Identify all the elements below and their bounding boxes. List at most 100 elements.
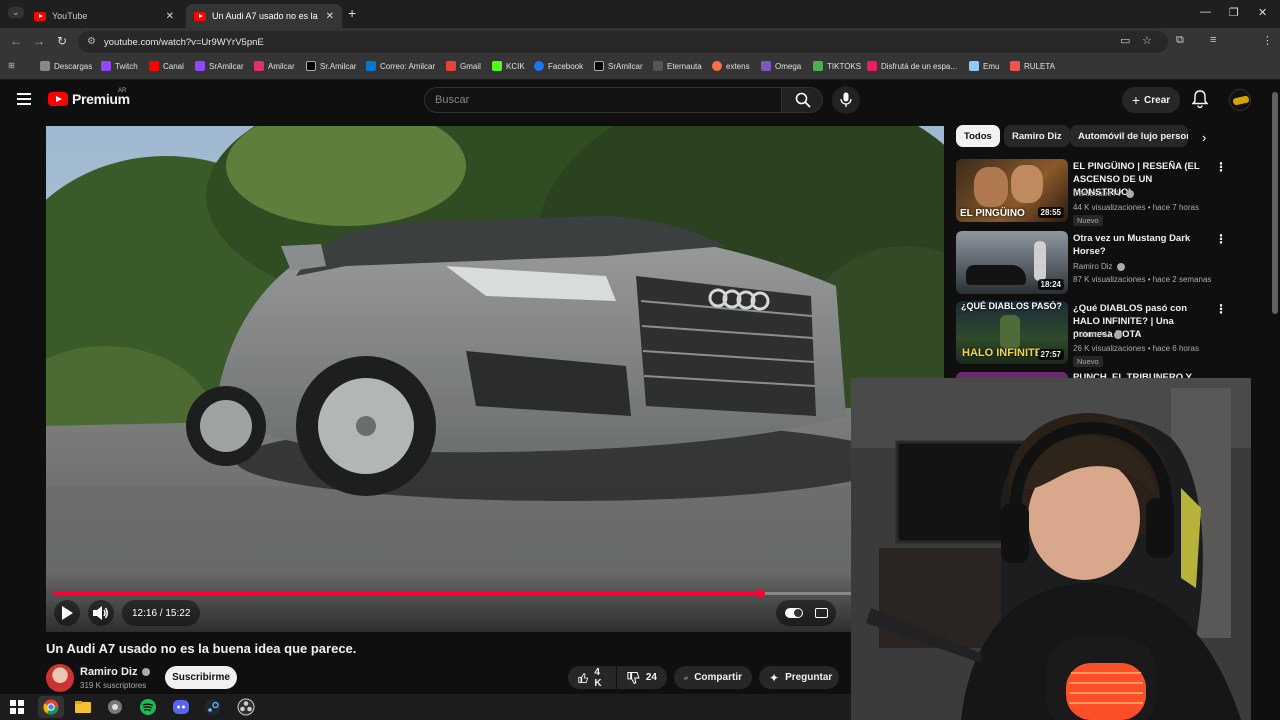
extension-icon: [712, 61, 722, 71]
bookmark-x[interactable]: Sr.Amilcar: [306, 61, 356, 71]
discord-icon[interactable]: [172, 698, 190, 716]
bookmark-kick[interactable]: KCIK: [492, 61, 525, 71]
obs-icon[interactable]: [237, 698, 255, 716]
voice-search-button[interactable]: [832, 86, 860, 114]
bookmark-label: Gmail: [460, 61, 481, 71]
bookmark-label: SrAmilcar: [608, 61, 643, 71]
chip-ramiro-diz[interactable]: Ramiro Diz: [1004, 125, 1070, 147]
rec-channel[interactable]: DaniboubeTV: [1073, 189, 1134, 198]
chip-automovil-lujo[interactable]: Automóvil de lujo personal: [1070, 125, 1188, 147]
windows-start-icon[interactable]: [8, 698, 26, 716]
tab-youtube[interactable]: YouTube ✕: [26, 4, 182, 28]
bookmark-label: RULETA: [1024, 61, 1055, 71]
search-button[interactable]: [781, 87, 823, 113]
scrubber-handle[interactable]: [755, 589, 765, 598]
hamburger-menu-icon[interactable]: [17, 93, 31, 105]
video-player[interactable]: 12:16 / 15:22: [46, 126, 944, 632]
bookmark-descargas[interactable]: Descargas: [40, 61, 92, 71]
bookmark-star-icon[interactable]: ☆: [1142, 34, 1152, 47]
progress-bar[interactable]: [54, 589, 936, 598]
roulette-icon: [1010, 61, 1020, 71]
bookmark-twitch[interactable]: Twitch: [101, 61, 138, 71]
rec-thumbnail[interactable]: ¿QUÉ DIABLOS PASÓ? HALO INFINITE 27:57: [956, 301, 1068, 364]
verified-badge-icon: [1114, 330, 1123, 339]
minimize-icon[interactable]: —: [1200, 6, 1211, 18]
youtube-premium-logo[interactable]: Premium AR: [48, 88, 130, 107]
chrome-taskbar-button[interactable]: [38, 696, 64, 718]
address-bar[interactable]: ⚙ youtube.com/watch?v=Ur9WYrV5pnE: [78, 31, 1168, 53]
volume-icon: [93, 606, 108, 620]
like-button[interactable]: 4 K: [568, 666, 616, 689]
new-tab-button[interactable]: +: [348, 5, 356, 21]
chip-todos[interactable]: Todos: [956, 125, 1000, 147]
ask-button[interactable]: ✦ Preguntar: [759, 666, 839, 689]
more-options-icon[interactable]: ⋮: [1215, 232, 1227, 246]
back-icon[interactable]: ←: [10, 34, 22, 48]
volume-button[interactable]: [88, 600, 114, 626]
apps-icon[interactable]: ⊞: [8, 61, 15, 70]
tiktok-icon: [594, 61, 604, 71]
file-explorer-icon[interactable]: [74, 698, 92, 716]
notifications-bell-icon[interactable]: [1192, 90, 1208, 108]
play-button[interactable]: [54, 600, 80, 626]
share-button[interactable]: Compartir: [674, 666, 752, 689]
close-tab-icon[interactable]: ✕: [166, 11, 174, 22]
site-info-icon[interactable]: ⚙: [87, 36, 96, 47]
account-avatar[interactable]: [1229, 89, 1251, 111]
bookmark-disfruta[interactable]: Disfrutá de un espa...: [867, 61, 957, 71]
rec-channel[interactable]: Cultura VJ: [1073, 330, 1123, 339]
bookmark-label: Correo: Amilcar: [380, 61, 436, 71]
bookmark-extens[interactable]: extens: [712, 61, 750, 71]
subscribe-button[interactable]: Suscribirme: [165, 666, 237, 689]
rec-channel[interactable]: Ramiro Diz: [1073, 262, 1125, 271]
channel-name[interactable]: Ramiro Diz: [80, 666, 151, 678]
more-options-icon[interactable]: ⋮: [1215, 160, 1227, 174]
bookmark-canal[interactable]: Canal: [149, 61, 184, 71]
bookmark-eternauta[interactable]: Eternauta: [653, 61, 702, 71]
bookmark-facebook[interactable]: Facebook: [534, 61, 583, 71]
channel-avatar[interactable]: [46, 664, 74, 692]
create-button[interactable]: + Crear: [1122, 87, 1180, 113]
spotify-icon[interactable]: [139, 698, 157, 716]
extensions-icon[interactable]: ⧉: [1176, 34, 1184, 47]
bookmark-sramilcar[interactable]: SrAmilcar: [195, 61, 244, 71]
menu-icon[interactable]: ⋮: [1262, 34, 1273, 47]
youtube-favicon-icon: [34, 11, 46, 21]
ask-label: Preguntar: [785, 672, 833, 683]
rec-channel-text: Cultura VJ: [1073, 330, 1111, 339]
rec-thumbnail[interactable]: 18:24: [956, 231, 1068, 294]
reload-icon[interactable]: ↻: [57, 34, 67, 48]
close-tab-icon[interactable]: ✕: [326, 11, 334, 22]
autoplay-toggle-icon[interactable]: [784, 608, 803, 618]
bookmark-gmail[interactable]: Gmail: [446, 61, 481, 71]
cast-icon[interactable]: ▭: [1120, 34, 1130, 47]
bookmark-emu[interactable]: Emu: [969, 61, 999, 71]
bookmark-tiktoks[interactable]: TIKTOKS: [813, 61, 861, 71]
more-options-icon[interactable]: ⋮: [1215, 302, 1227, 316]
dislike-button[interactable]: 24: [617, 666, 667, 689]
tab-search-button[interactable]: ⌄: [8, 7, 24, 18]
page-scrollbar[interactable]: [1270, 80, 1280, 690]
kick-icon: [492, 61, 502, 71]
reading-list-icon[interactable]: ≡: [1210, 34, 1216, 46]
close-window-icon[interactable]: ✕: [1258, 6, 1267, 19]
restore-icon[interactable]: ❐: [1229, 6, 1239, 19]
bookmark-ruleta[interactable]: RULETA: [1010, 61, 1055, 71]
settings-app-icon[interactable]: [106, 698, 124, 716]
scrollbar-thumb[interactable]: [1272, 92, 1278, 314]
subtitles-icon[interactable]: [814, 608, 828, 618]
bookmark-amilcar[interactable]: Amilcar: [254, 61, 295, 71]
bookmark-correo[interactable]: Correo: Amilcar: [366, 61, 435, 71]
bookmark-omega[interactable]: Omega: [761, 61, 801, 71]
tab-active-video[interactable]: Un Audi A7 usado no es la buena ✕: [186, 4, 342, 28]
bookmark-tiktok[interactable]: SrAmilcar: [594, 61, 643, 71]
download-icon: [40, 61, 50, 71]
rec-title[interactable]: Otra vez un Mustang Dark Horse?: [1073, 232, 1213, 258]
rec-meta: 87 K visualizaciones • hace 2 semanas: [1073, 275, 1212, 284]
steam-icon[interactable]: [204, 698, 222, 716]
chips-next-icon[interactable]: ›: [1202, 130, 1206, 145]
rec-thumbnail[interactable]: EL PINGÜINO 28:55: [956, 159, 1068, 222]
forward-icon[interactable]: →: [33, 34, 45, 48]
bookmark-label: Disfrutá de un espa...: [881, 61, 958, 71]
search-input[interactable]: Buscar: [424, 87, 782, 113]
